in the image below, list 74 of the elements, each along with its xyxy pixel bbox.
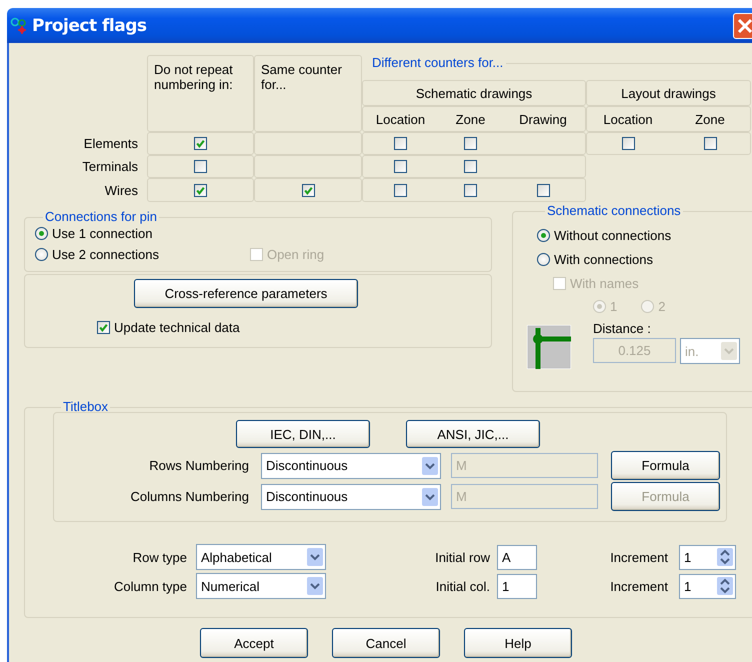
field-label: Increment xyxy=(609,550,668,564)
radio-button[interactable] xyxy=(35,227,48,240)
dialog-button[interactable]: Help xyxy=(464,628,572,658)
initial-field[interactable]: 1 xyxy=(497,574,537,598)
close-button[interactable] xyxy=(733,12,752,38)
checkbox[interactable] xyxy=(464,137,477,150)
checkbox[interactable] xyxy=(394,160,407,173)
field-label: Increment xyxy=(609,578,668,594)
group-title: Different counters for... xyxy=(372,55,504,70)
checkbox[interactable] xyxy=(464,184,477,196)
checkbox[interactable] xyxy=(394,184,407,196)
column-header: Schematic drawings xyxy=(362,80,586,106)
column-header: Zone xyxy=(694,112,726,126)
column-header: Same counter for... xyxy=(254,55,362,132)
standard-button[interactable]: IEC, DIN,... xyxy=(236,420,370,448)
spin-arrows-icon xyxy=(717,577,733,595)
column-header: Drawing xyxy=(518,112,568,126)
increment-spinner[interactable]: 1 xyxy=(679,544,736,570)
checkbox[interactable] xyxy=(97,321,110,334)
spin-arrows-icon xyxy=(717,548,733,566)
increment-spinner[interactable]: 1 xyxy=(679,574,736,598)
type-dropdown[interactable]: Numerical xyxy=(196,573,326,599)
column-header: Location xyxy=(602,112,654,126)
checkbox[interactable] xyxy=(194,137,207,150)
window-title: Project flags xyxy=(32,16,146,36)
checkbox[interactable] xyxy=(464,160,477,173)
column-header: Layout drawings xyxy=(586,80,751,106)
field-label: Column type xyxy=(113,578,187,594)
group-title: Titlebox xyxy=(63,399,108,414)
chevron-down-icon xyxy=(422,488,438,506)
radio-button[interactable] xyxy=(35,248,48,261)
checkbox[interactable] xyxy=(704,137,716,150)
group-title: Connections for pin xyxy=(45,209,158,224)
radio-label[interactable]: Use 2 connections xyxy=(52,247,159,262)
initial-field[interactable]: A xyxy=(497,544,537,570)
field-label: Columns Numbering xyxy=(130,489,249,504)
numbering-dropdown[interactable]: Discontinuous xyxy=(261,452,441,478)
checkbox[interactable] xyxy=(194,160,207,173)
checkbox[interactable] xyxy=(536,184,550,196)
checkbox[interactable] xyxy=(194,184,207,196)
radio-label[interactable]: With connections xyxy=(554,252,653,267)
checkbox[interactable] xyxy=(622,137,634,150)
checkbox-label[interactable]: Update technical data xyxy=(114,320,240,335)
row-label: Terminals xyxy=(81,159,139,174)
radio-button[interactable] xyxy=(537,253,550,266)
chevron-down-icon xyxy=(422,456,438,474)
chevron-down-icon xyxy=(307,548,323,566)
cross-reference-button[interactable]: Cross-reference parameters xyxy=(134,279,358,308)
field-label: Initial row xyxy=(434,550,490,564)
column-header: Location xyxy=(374,112,426,126)
radio-label[interactable]: Without connections xyxy=(554,228,672,243)
chevron-down-icon xyxy=(721,342,737,360)
radio-label[interactable]: Use 1 connection xyxy=(52,226,152,241)
field-label: Row type xyxy=(132,550,187,564)
app-icon xyxy=(10,16,28,34)
dialog-button[interactable]: Accept xyxy=(200,628,308,658)
field-label: Distance : xyxy=(593,321,652,336)
standard-button[interactable]: ANSI, JIC,... xyxy=(406,420,540,448)
chevron-down-icon xyxy=(307,577,323,595)
checkbox[interactable] xyxy=(394,137,407,150)
row-label: Wires xyxy=(104,182,139,198)
junction-preview-icon xyxy=(527,325,571,369)
group-title: Schematic connections xyxy=(547,203,681,218)
field-label: Rows Numbering xyxy=(148,458,249,473)
column-header: Do not repeat numbering in: xyxy=(147,55,254,132)
radio-button[interactable] xyxy=(537,229,550,242)
numbering-dropdown[interactable]: Discontinuous xyxy=(261,484,441,510)
column-header: Zone xyxy=(454,112,486,126)
formula-button[interactable]: Formula xyxy=(611,451,720,480)
checkbox[interactable] xyxy=(302,184,314,196)
field-label: Initial col. xyxy=(434,578,490,594)
row-label: Elements xyxy=(82,136,139,151)
type-dropdown[interactable]: Alphabetical xyxy=(196,544,326,570)
dialog-button[interactable]: Cancel xyxy=(332,628,440,658)
